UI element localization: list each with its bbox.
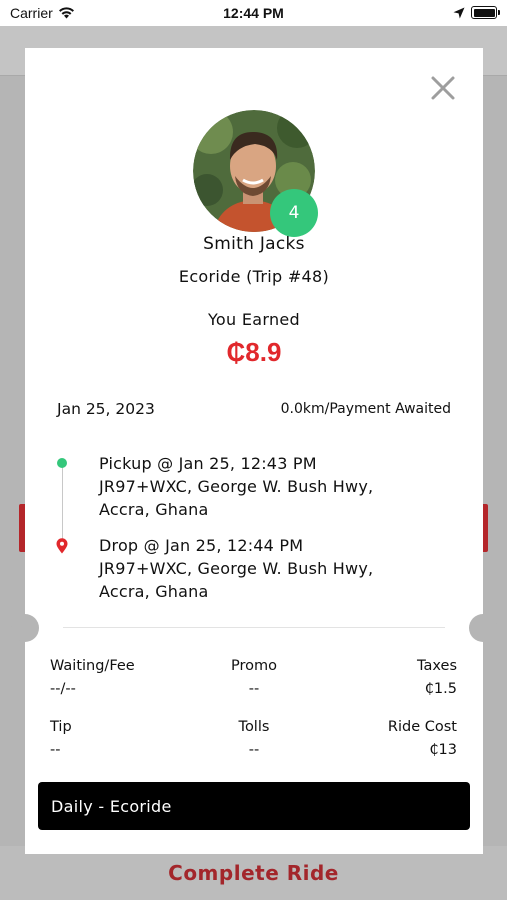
- driver-avatar-group: 4: [193, 110, 318, 237]
- promo-label: Promo: [231, 658, 277, 674]
- drop-address-line2: Accra, Ghana: [99, 582, 209, 601]
- pickup-title: Pickup @ Jan 25, 12:43 PM: [99, 454, 317, 473]
- ride-cost-value: ₵13: [429, 742, 457, 758]
- tip-label: Tip: [50, 719, 72, 735]
- tip-value: --: [50, 742, 61, 758]
- location-pin-icon: [56, 538, 68, 554]
- promo-cell: Promo --: [204, 655, 304, 701]
- status-bar-right: [453, 6, 500, 19]
- location-arrow-icon: [453, 7, 465, 18]
- status-time: 12:44 PM: [223, 5, 284, 21]
- promo-value: --: [248, 681, 260, 697]
- ticket-notch-left: [11, 614, 39, 642]
- earned-amount: ₵8.9: [226, 337, 282, 367]
- pickup-dot-icon: [57, 458, 67, 468]
- rating-badge: 4: [270, 189, 318, 237]
- route-connector-line: [62, 467, 63, 539]
- ride-cost-cell: Ride Cost ₵13: [388, 716, 457, 762]
- tolls-label: Tolls: [238, 719, 270, 735]
- battery-icon: [471, 6, 500, 19]
- ride-type-banner: Daily - Ecoride: [38, 782, 470, 830]
- status-bar: Carrier 12:44 PM: [0, 0, 507, 26]
- earned-label: You Earned: [207, 310, 300, 329]
- taxes-label: Taxes: [417, 658, 457, 674]
- waiting-fee-label: Waiting/Fee: [50, 658, 135, 674]
- driver-name: Smith Jacks: [203, 234, 305, 254]
- trip-summary-card: 4 Smith Jacks Ecoride (Trip #48) You Ear…: [11, 48, 497, 854]
- tolls-value: --: [248, 742, 260, 758]
- waiting-fee-value: --/--: [50, 681, 76, 697]
- section-divider: [63, 627, 445, 628]
- drop-address-line1: JR97+WXC, George W. Bush Hwy,: [99, 559, 374, 578]
- tip-cell: Tip --: [50, 716, 72, 762]
- pickup-address-line1: JR97+WXC, George W. Bush Hwy,: [99, 477, 374, 496]
- tolls-cell: Tolls --: [204, 716, 304, 762]
- complete-ride-button[interactable]: Complete Ride: [0, 846, 507, 900]
- pickup-details: Pickup @ Jan 25, 12:43 PM JR97+WXC, Geor…: [99, 452, 373, 521]
- trip-status: 0.0km/Payment Awaited: [280, 401, 451, 417]
- taxes-cell: Taxes ₵1.5: [417, 655, 457, 701]
- trip-date: Jan 25, 2023: [57, 400, 155, 418]
- drop-details: Drop @ Jan 25, 12:44 PM JR97+WXC, George…: [99, 534, 373, 603]
- drop-title: Drop @ Jan 25, 12:44 PM: [99, 536, 304, 555]
- waiting-fee-cell: Waiting/Fee --/--: [50, 655, 135, 701]
- ticket-notch-right: [469, 614, 497, 642]
- close-icon[interactable]: [430, 75, 456, 101]
- taxes-value: ₵1.5: [424, 681, 457, 697]
- ride-cost-label: Ride Cost: [387, 719, 457, 735]
- pickup-address-line2: Accra, Ghana: [99, 500, 209, 519]
- trip-label: Ecoride (Trip #48): [178, 267, 330, 286]
